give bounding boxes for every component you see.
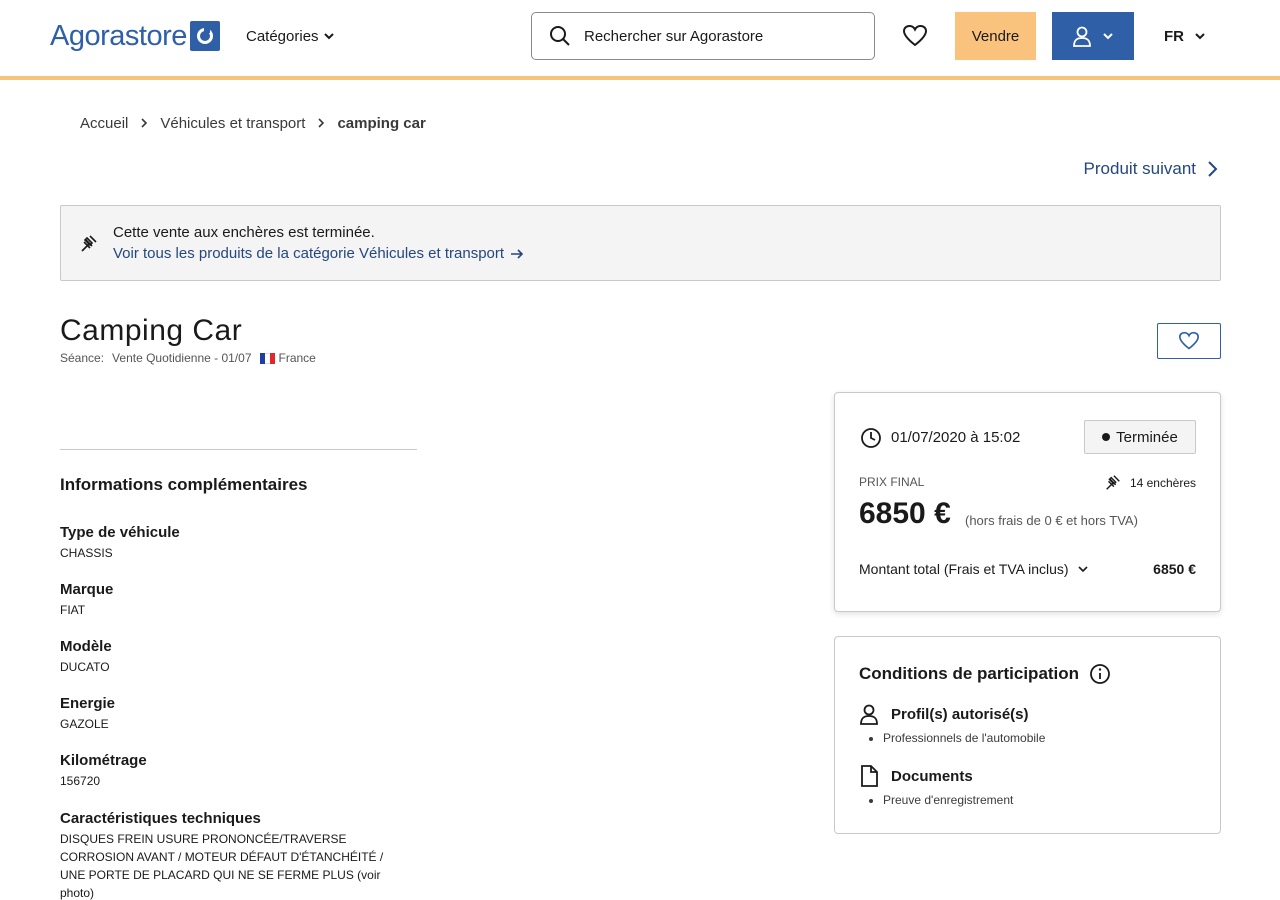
session-info: Séance: Vente Quotidienne - 01/07 France — [60, 351, 316, 365]
categories-label: Catégories — [246, 27, 319, 45]
info-section-title: Informations complémentaires — [60, 475, 308, 494]
account-button[interactable] — [1052, 12, 1134, 60]
attribute-key: Caractéristiques techniques — [60, 810, 261, 827]
heart-icon[interactable] — [902, 24, 928, 48]
search-icon[interactable] — [548, 24, 572, 48]
auction-ended-text: Cette vente aux enchères est terminée. — [113, 224, 375, 241]
documents-label: Documents — [891, 767, 973, 785]
auction-ended-notice: Cette vente aux enchères est terminée. V… — [60, 205, 1221, 281]
sell-button[interactable]: Vendre — [955, 12, 1036, 60]
chevron-down-icon — [323, 33, 334, 40]
view-category-label: Voir tous les produits de la catégorie V… — [113, 245, 505, 262]
section-divider — [60, 449, 417, 450]
breadcrumb-current: camping car — [337, 114, 426, 132]
total-amount-label: Montant total (Frais et TVA inclus) — [859, 561, 1069, 577]
categories-menu[interactable]: Catégories — [246, 26, 335, 46]
breadcrumb: Accueil Véhicules et transport camping c… — [80, 113, 426, 133]
session-label: Séance: — [60, 351, 105, 365]
attribute-key: Type de véhicule — [60, 524, 180, 541]
status-dot-icon — [1102, 433, 1111, 441]
country-label: France — [278, 351, 316, 365]
attribute-value: DISQUES FREIN USURE PRONONCÉE/TRAVERSE C… — [60, 832, 384, 900]
final-price-label: PRIX FINAL — [859, 475, 925, 489]
attribute-brand: Marque FIAT — [60, 580, 420, 619]
logo-text: Agorastore — [50, 19, 187, 52]
attribute-value: CHASSIS — [60, 546, 113, 560]
attribute-vehicle-type: Type de véhicule CHASSIS — [60, 523, 420, 562]
breadcrumb-home[interactable]: Accueil — [80, 115, 128, 132]
language-selector[interactable]: FR — [1164, 26, 1206, 46]
language-label: FR — [1164, 27, 1184, 45]
logo-badge-icon — [189, 21, 220, 51]
attribute-key: Modèle — [60, 638, 112, 655]
attribute-value: FIAT — [60, 603, 86, 617]
chevron-down-icon — [1103, 33, 1113, 40]
bid-count: 14 enchères — [1104, 474, 1196, 492]
profiles-list: Professionnels de l'automobile — [883, 731, 1045, 745]
breadcrumb-category[interactable]: Véhicules et transport — [160, 115, 305, 132]
documents-list: Preuve d'enregistrement — [883, 793, 1013, 807]
attribute-model: Modèle DUCATO — [60, 637, 420, 676]
document-icon — [861, 765, 878, 787]
view-category-link[interactable]: Voir tous les produits de la catégorie V… — [113, 245, 524, 262]
participation-conditions-card: Conditions de participation Profil(s) au… — [834, 636, 1221, 834]
profiles-label: Profil(s) autorisé(s) — [891, 705, 1029, 723]
attribute-mileage: Kilométrage 156720 — [60, 751, 420, 790]
attribute-key: Kilométrage — [60, 752, 147, 769]
user-icon — [1073, 26, 1091, 47]
agorastore-logo[interactable]: Agorastore — [50, 19, 220, 53]
heart-icon — [1178, 331, 1200, 350]
add-favorite-button[interactable] — [1157, 323, 1221, 359]
info-icon[interactable] — [1089, 663, 1111, 685]
chevron-down-icon — [1077, 566, 1088, 573]
auction-card: 01/07/2020 à 15:02 Terminée PRIX FINAL 1… — [834, 392, 1221, 612]
total-amount-toggle[interactable]: Montant total (Frais et TVA inclus) — [859, 561, 1089, 577]
site-header: Agorastore Catégories Vendre FR — [0, 0, 1280, 80]
clock-icon — [861, 428, 881, 448]
attribute-key: Marque — [60, 581, 114, 598]
attribute-value: DUCATO — [60, 660, 110, 674]
search-bar — [531, 12, 875, 60]
next-product-label: Produit suivant — [1083, 159, 1196, 178]
auction-date: 01/07/2020 à 15:02 — [891, 429, 1021, 446]
gavel-icon — [1106, 475, 1120, 490]
list-item: Professionnels de l'automobile — [883, 731, 1045, 745]
attribute-energy: Energie GAZOLE — [60, 694, 420, 733]
session-value: Vente Quotidienne - 01/07 — [112, 351, 252, 365]
final-price: 6850 € — [859, 497, 951, 530]
user-icon — [860, 704, 878, 725]
chevron-right-icon — [1208, 161, 1218, 177]
france-flag-icon — [259, 352, 276, 364]
attribute-value: GAZOLE — [60, 717, 109, 731]
documents-row: Documents — [859, 765, 973, 787]
total-amount-value: 6850 € — [1153, 561, 1196, 577]
gavel-icon — [81, 235, 97, 252]
page-title: Camping Car — [60, 314, 243, 347]
next-product-link[interactable]: Produit suivant — [1084, 158, 1218, 180]
chevron-down-icon — [1195, 33, 1205, 40]
bid-count-label: 14 enchères — [1129, 476, 1196, 490]
attribute-key: Energie — [60, 695, 116, 712]
search-input[interactable] — [584, 27, 854, 45]
status-badge: Terminée — [1084, 420, 1196, 454]
chevron-right-icon — [140, 117, 148, 129]
chevron-right-icon — [317, 117, 325, 129]
status-label: Terminée — [1116, 428, 1178, 446]
list-item: Preuve d'enregistrement — [883, 793, 1013, 807]
attribute-value: 156720 — [60, 774, 101, 788]
arrow-right-icon — [511, 248, 524, 259]
profiles-row: Profil(s) autorisé(s) — [859, 703, 1029, 725]
attribute-technical: Caractéristiques techniques DISQUES FREI… — [60, 809, 410, 900]
conditions-title-label: Conditions de participation — [859, 664, 1080, 683]
conditions-title: Conditions de participation — [859, 663, 1111, 685]
price-note: (hors frais de 0 € et hors TVA) — [965, 513, 1138, 528]
